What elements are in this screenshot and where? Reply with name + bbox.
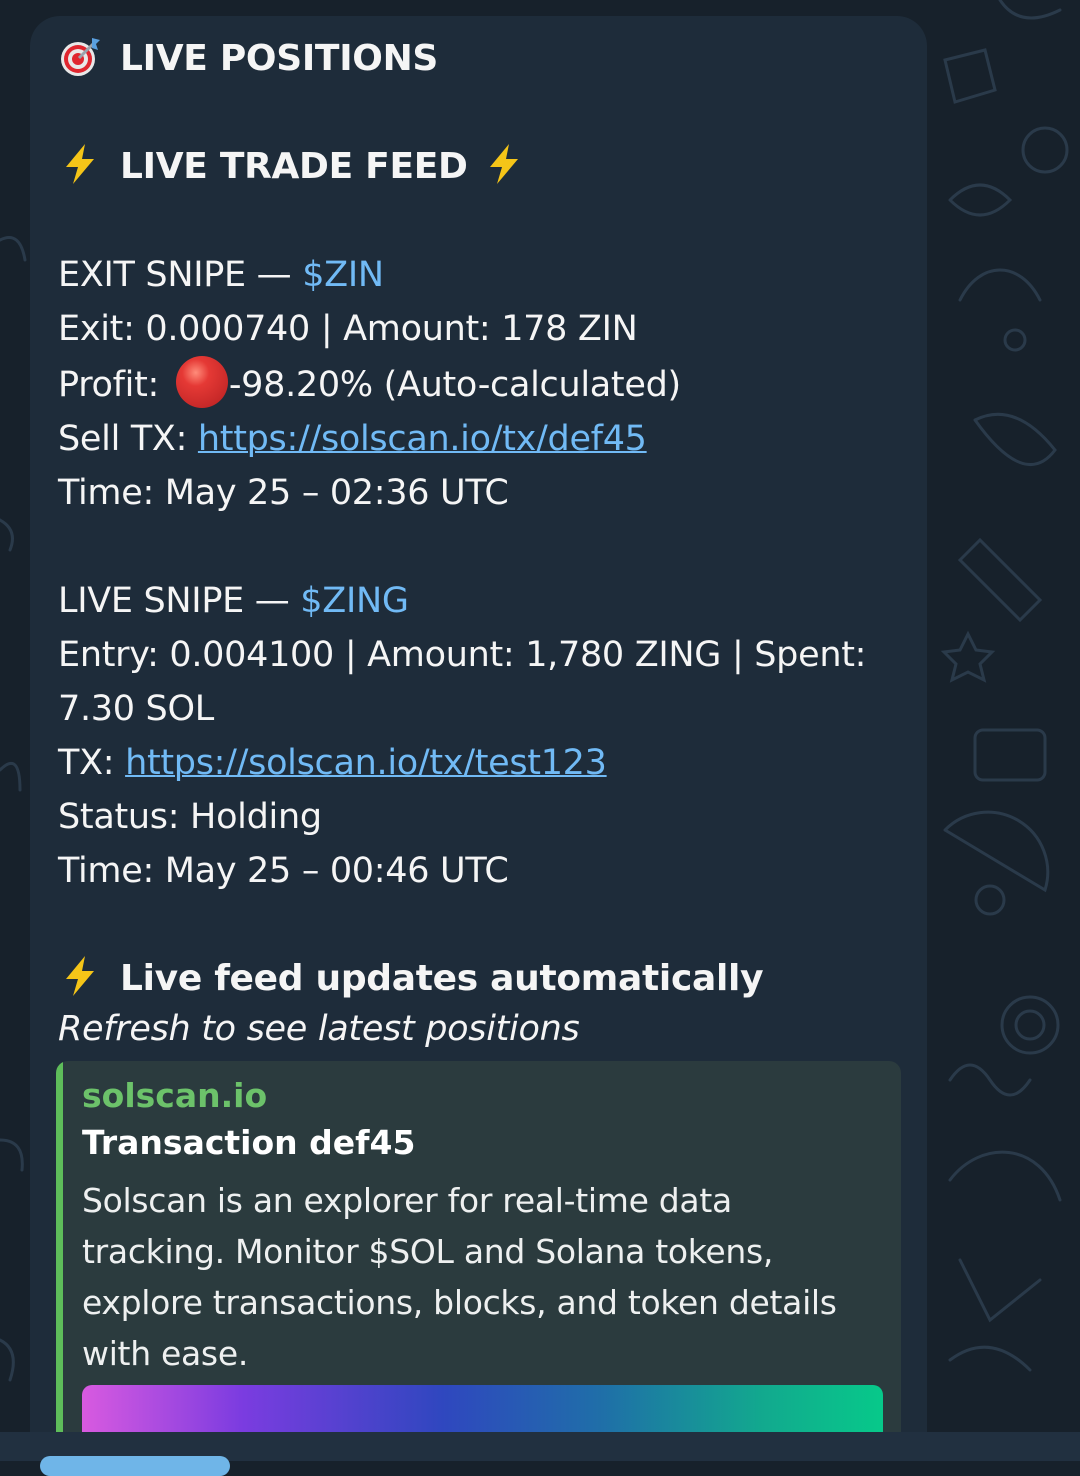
exit-line: Exit: 0.000740 | Amount: 178 ZIN bbox=[58, 309, 638, 349]
live-time: Time: May 25 – 00:46 UTC bbox=[58, 851, 509, 891]
link-preview[interactable]: solscan.io Transaction def45 Solscan is … bbox=[56, 1061, 901, 1456]
tx-line: TX: https://solscan.io/tx/test123 bbox=[58, 736, 908, 790]
refresh-hint: Refresh to see latest positions bbox=[58, 1009, 580, 1049]
link-preview-title: Transaction def45 bbox=[82, 1123, 416, 1162]
live-snipe-heading: LIVE SNIPE — $ZING bbox=[58, 574, 908, 628]
profit-line: Profit: -98.20% (Auto-calculated) bbox=[58, 356, 908, 412]
profit-label: Profit: bbox=[58, 365, 170, 405]
scroll-down-button[interactable] bbox=[40, 1456, 230, 1476]
feed-title: LIVE TRADE FEED bbox=[58, 140, 908, 194]
profit-value: -98.20% (Auto-calculated) bbox=[228, 365, 681, 405]
lightning-icon bbox=[58, 954, 102, 998]
exit-snipe-heading: EXIT SNIPE — $ZIN bbox=[58, 248, 908, 302]
link-preview-description-line: with ease. bbox=[82, 1334, 249, 1373]
link-preview-description-line: tracking. Monitor $SOL and Solana tokens… bbox=[82, 1232, 774, 1271]
live-token-cashtag[interactable]: $ZING bbox=[300, 581, 409, 621]
link-preview-accent bbox=[56, 1061, 63, 1456]
exit-time: Time: May 25 – 02:36 UTC bbox=[58, 473, 509, 513]
link-preview-description-line: Solscan is an explorer for real-time dat… bbox=[82, 1181, 732, 1220]
spent-line: 7.30 SOL bbox=[58, 689, 214, 729]
status-line: Status: Holding bbox=[58, 797, 322, 837]
lightning-icon bbox=[482, 142, 526, 186]
header-text: LIVE POSITIONS bbox=[120, 38, 439, 79]
link-preview-site: solscan.io bbox=[82, 1076, 268, 1115]
live-snipe-label: LIVE SNIPE — bbox=[58, 581, 301, 621]
link-preview-description: Solscan is an explorer for real-time dat… bbox=[82, 1175, 882, 1379]
exit-snipe-label: EXIT SNIPE — bbox=[58, 255, 303, 295]
entry-line: Entry: 0.004100 | Amount: 1,780 ZING | S… bbox=[58, 635, 867, 675]
lightning-icon bbox=[58, 142, 102, 186]
exit-token-cashtag[interactable]: $ZIN bbox=[302, 255, 384, 295]
updates-line: Live feed updates automatically bbox=[58, 952, 908, 1006]
tx-label: TX: bbox=[58, 743, 126, 783]
red-circle-icon bbox=[175, 356, 228, 408]
link-preview-description-line: explore transactions, blocks, and token … bbox=[82, 1283, 837, 1322]
message-header: LIVE POSITIONS bbox=[58, 32, 908, 86]
direct-hit-icon bbox=[58, 34, 102, 78]
tx-link[interactable]: https://solscan.io/tx/test123 bbox=[125, 743, 607, 783]
sell-tx-label: Sell TX: bbox=[58, 419, 198, 459]
updates-text: Live feed updates automatically bbox=[120, 958, 764, 999]
message-bubble: LIVE POSITIONS LIVE TRADE FEED EXIT SNIP… bbox=[30, 16, 927, 1456]
sell-tx-line: Sell TX: https://solscan.io/tx/def45 bbox=[58, 412, 908, 466]
sell-tx-link[interactable]: https://solscan.io/tx/def45 bbox=[198, 419, 647, 459]
bottom-bar bbox=[0, 1432, 1080, 1476]
feed-title-text: LIVE TRADE FEED bbox=[120, 146, 468, 187]
